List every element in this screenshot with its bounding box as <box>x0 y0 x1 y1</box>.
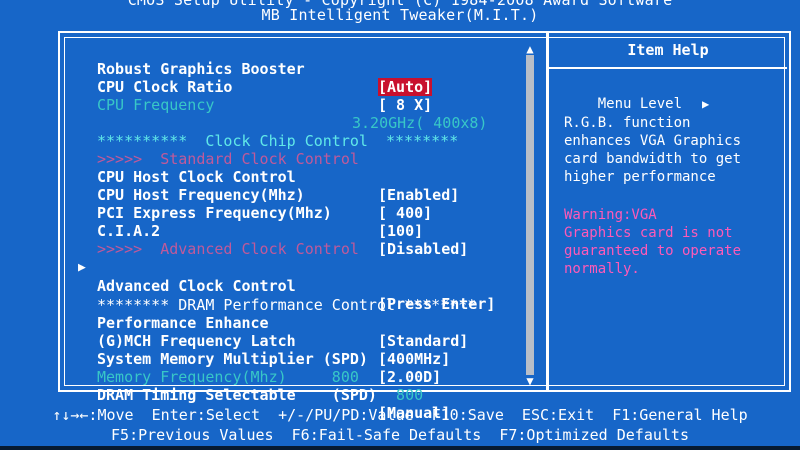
item-help-title: Item Help <box>627 41 709 59</box>
setting-gmch-frequency-latch[interactable]: (G)MCH Frequency Latch [400MHz] <box>0 314 530 368</box>
help-text-line: card bandwidth to get <box>564 151 742 167</box>
warning-text-line: guaranteed to operate <box>564 243 742 259</box>
setting-label: DRAM Timing Selectable (SPD) <box>97 386 377 404</box>
section-dram-performance-control: ******** DRAM Performance Control ******… <box>0 278 530 314</box>
setting-cia2[interactable]: C.I.A.2 [Disabled] <box>0 204 530 258</box>
help-title-separator <box>549 67 787 69</box>
submenu-advanced-clock-control[interactable]: ▶ Advanced Clock Control [Press Enter] <box>0 241 530 313</box>
monitor-bezel-edge <box>0 446 800 450</box>
pane-divider <box>546 31 549 392</box>
menu-level-arrow-icon: ▶ <box>702 97 710 111</box>
setting-cpu-host-clock-control[interactable]: CPU Host Clock Control [Enabled] <box>0 150 530 204</box>
setting-performance-enhance[interactable]: Performance Enhance [Standard] <box>0 296 530 350</box>
help-text-line: enhances VGA Graphics <box>564 133 742 149</box>
warning-text-line: Graphics card is not <box>564 225 733 241</box>
warning-text-line: normally. <box>564 261 640 277</box>
subsection-standard-clock-control: >>>>> Standard Clock Control <box>0 132 530 168</box>
setting-pci-express-frequency[interactable]: PCI Express Frequency(Mhz) [100] <box>0 186 530 240</box>
submenu-arrow-icon: ▶ <box>78 260 86 275</box>
setting-robust-graphics-booster[interactable]: Robust Graphics Booster [Auto] <box>0 42 530 96</box>
help-text-line: higher performance <box>564 169 716 185</box>
section-clock-chip-control: ********** Clock Chip Control ******** <box>0 114 530 150</box>
info-cpu-frequency: CPU Frequency 3.20GHz( 400x8) <box>0 78 530 132</box>
bios-screen: CMOS Setup Utility - Copyright (C) 1984-… <box>0 0 800 450</box>
help-text-line: R.G.B. function <box>564 115 691 131</box>
info-label: CPU Frequency <box>97 96 215 114</box>
key-legend-line-1: ↑↓→←:Move Enter:Select +/-/PU/PD:Value F… <box>52 406 748 424</box>
title-menu-name: MB Intelligent Tweaker(M.I.T.) <box>261 6 539 24</box>
setting-cpu-host-frequency[interactable]: CPU Host Frequency(Mhz) [ 400] <box>0 168 530 222</box>
menu-level-label: Menu Level <box>597 96 683 112</box>
setting-system-memory-multiplier[interactable]: System Memory Multiplier (SPD) [2.00D] <box>0 332 530 386</box>
setting-dram-timing-selectable[interactable]: DRAM Timing Selectable (SPD) [Manual] <box>0 368 530 422</box>
setting-value[interactable]: [ 8 X] <box>378 96 432 114</box>
key-legend-line-2: F5:Previous Values F6:Fail-Safe Defaults… <box>111 426 689 444</box>
warning-text-line: Warning:VGA <box>564 207 657 223</box>
info-value: 800 <box>378 386 424 404</box>
info-memory-frequency: Memory Frequency(Mhz) 800 800 <box>0 350 530 404</box>
setting-cpu-clock-ratio[interactable]: CPU Clock Ratio [ 8 X] <box>0 60 530 114</box>
subsection-advanced-clock-control: >>>>> Advanced Clock Control <box>0 222 530 258</box>
